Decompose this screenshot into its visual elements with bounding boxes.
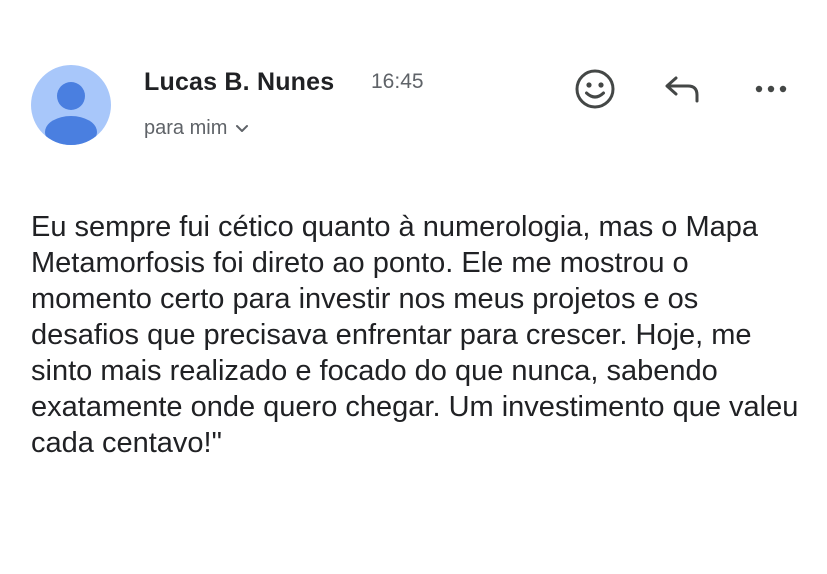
recipient-label: para mim [144, 117, 228, 139]
sender-avatar[interactable] [31, 65, 111, 145]
more-options-icon [755, 85, 787, 93]
message-body: Eu sempre fui cético quanto à numerologi… [31, 211, 799, 459]
recipient-details-toggle[interactable]: para mim [144, 117, 249, 140]
more-options-button[interactable] [748, 66, 794, 112]
person-avatar-icon [45, 82, 97, 145]
emoji-reaction-icon [575, 69, 615, 109]
message-time: 16:45 [371, 70, 424, 93]
emoji-reaction-button[interactable] [572, 66, 618, 112]
reply-icon [665, 76, 699, 103]
chevron-down-icon [235, 117, 249, 140]
reply-button[interactable] [660, 66, 706, 112]
sender-name[interactable]: Lucas B. Nunes [144, 68, 334, 97]
